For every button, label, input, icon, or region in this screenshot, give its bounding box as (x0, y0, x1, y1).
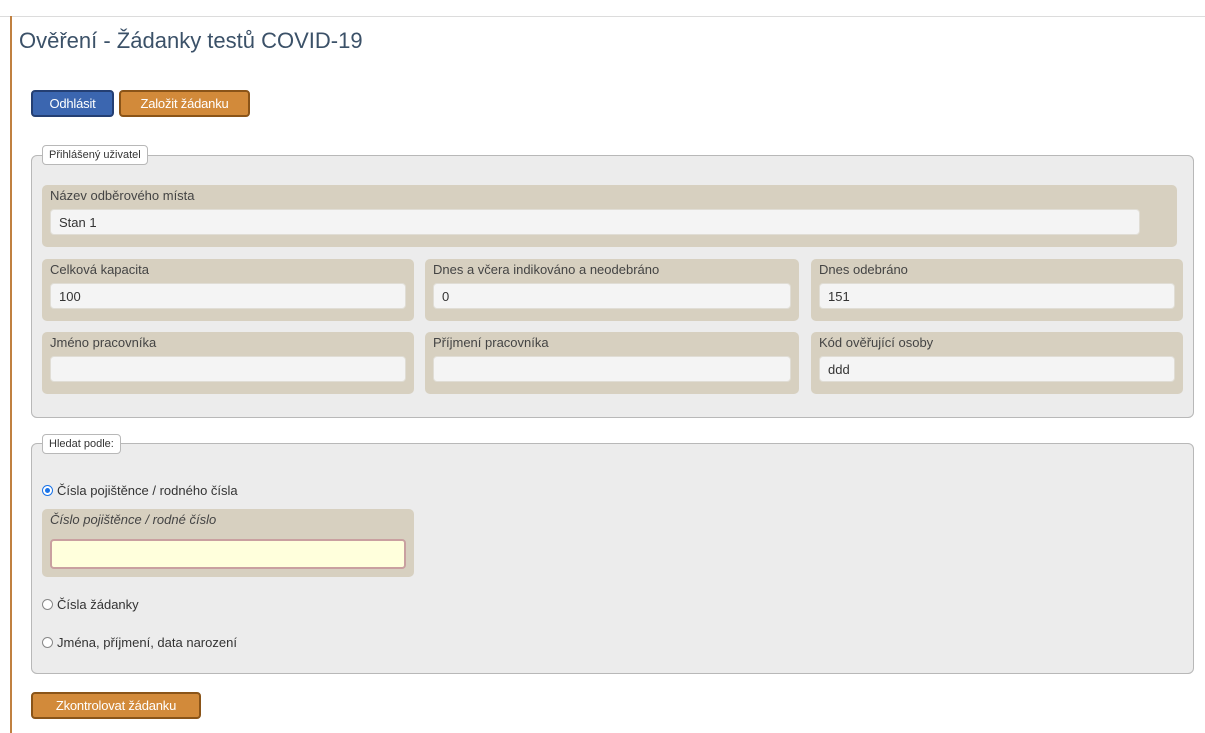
radio-unchecked-icon[interactable] (42, 599, 53, 610)
insurance-number-label: Číslo pojištěnce / rodné číslo (50, 512, 217, 527)
logged-user-legend: Přihlášený uživatel (42, 145, 148, 165)
worker-last-name-field[interactable] (433, 356, 791, 382)
insurance-number-input[interactable] (50, 539, 406, 569)
radio-checked-icon[interactable] (42, 485, 53, 496)
collected-today-field[interactable]: 151 (819, 283, 1175, 309)
search-by-name-label: Jména, příjmení, data narození (57, 635, 237, 650)
logout-button[interactable]: Odhlásit (31, 90, 114, 117)
search-by-name-option[interactable]: Jména, příjmení, data narození (42, 635, 237, 650)
create-request-button[interactable]: Založit žádanku (119, 90, 250, 117)
insurance-number-group: Číslo pojištěnce / rodné číslo (42, 509, 414, 577)
check-request-button[interactable]: Zkontrolovat žádanku (31, 692, 201, 719)
verifier-code-field[interactable]: ddd (819, 356, 1175, 382)
total-capacity-group: Celková kapacita 100 (42, 259, 414, 321)
search-by-request-option[interactable]: Čísla žádanky (42, 597, 139, 612)
worker-first-name-label: Jméno pracovníka (50, 335, 157, 350)
total-capacity-field[interactable]: 100 (50, 283, 406, 309)
search-by-insurance-option[interactable]: Čísla pojištěnce / rodného čísla (42, 483, 238, 498)
radio-unchecked-icon[interactable] (42, 637, 53, 648)
site-name-group: Název odběrového místa Stan 1 (42, 185, 1177, 247)
site-name-label: Název odběrového místa (50, 188, 195, 203)
indicated-not-collected-group: Dnes a včera indikováno a neodebráno 0 (425, 259, 799, 321)
page-title: Ověření - Žádanky testů COVID-19 (19, 28, 363, 53)
site-name-field[interactable]: Stan 1 (50, 209, 1140, 235)
collected-today-label: Dnes odebráno (819, 262, 908, 277)
search-by-insurance-label: Čísla pojištěnce / rodného čísla (57, 483, 238, 498)
worker-first-name-field[interactable] (50, 356, 406, 382)
indicated-not-collected-field[interactable]: 0 (433, 283, 791, 309)
collected-today-group: Dnes odebráno 151 (811, 259, 1183, 321)
left-accent-border (10, 16, 12, 733)
worker-last-name-group: Příjmení pracovníka (425, 332, 799, 394)
top-border (0, 0, 1205, 17)
search-legend: Hledat podle: (42, 434, 121, 454)
search-by-request-label: Čísla žádanky (57, 597, 139, 612)
worker-last-name-label: Příjmení pracovníka (433, 335, 549, 350)
verifier-code-group: Kód ověřující osoby ddd (811, 332, 1183, 394)
worker-first-name-group: Jméno pracovníka (42, 332, 414, 394)
total-capacity-label: Celková kapacita (50, 262, 149, 277)
verifier-code-label: Kód ověřující osoby (819, 335, 934, 350)
indicated-not-collected-label: Dnes a včera indikováno a neodebráno (433, 262, 660, 277)
